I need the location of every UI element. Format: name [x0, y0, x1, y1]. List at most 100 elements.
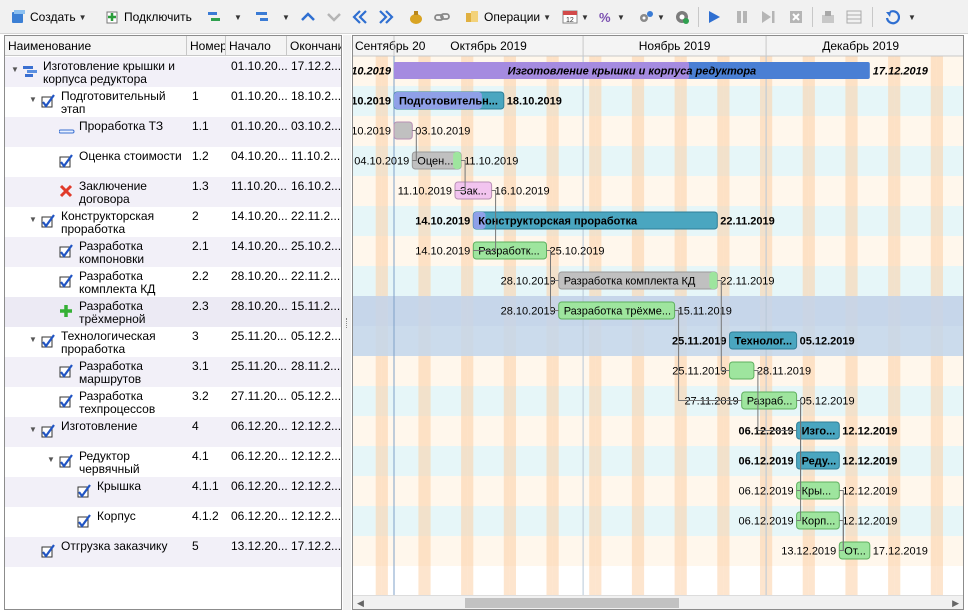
expand-toggle-icon[interactable]: ▼ [11, 65, 19, 74]
task-end: 05.12.2... [291, 330, 341, 343]
column-header-name[interactable]: Наименование [5, 36, 187, 56]
splitter[interactable] [343, 35, 351, 610]
check-icon[interactable] [59, 394, 73, 408]
task-bar[interactable] [393, 121, 413, 140]
column-header-start[interactable]: Начало [226, 36, 287, 56]
move-down-button[interactable] [326, 6, 342, 28]
task-name: Подготовительный этап [61, 90, 166, 116]
settings-button[interactable]: ▼ [638, 6, 665, 28]
table-row[interactable]: ▼ Технологическая проработка 3 25.11.20... 0… [5, 327, 341, 357]
check-icon[interactable] [41, 424, 55, 438]
layout-button[interactable] [846, 6, 862, 28]
task-start: 25.11.20... [231, 360, 287, 373]
table-row[interactable]: ▼ Изготовление крышки и корпуса редуктора… [5, 57, 341, 87]
task-name: Изготовление [61, 420, 138, 433]
column-header-end[interactable]: Окончание [287, 36, 341, 56]
operations-menu[interactable]: Операции ▼ [464, 6, 551, 28]
percent-button[interactable]: % ▼ [598, 6, 625, 28]
chevron-down-icon[interactable]: ▼ [282, 13, 290, 22]
play-button[interactable] [706, 6, 722, 28]
table-row[interactable]: Проработка ТЗ 1.1 01.10.20... 03.10.2... [5, 117, 341, 147]
skip-button[interactable] [760, 6, 776, 28]
percent-icon: % [598, 9, 614, 25]
expand-toggle-icon[interactable]: ▼ [29, 215, 37, 224]
pause-button[interactable] [734, 6, 750, 28]
calendar-button[interactable]: 12 ▼ [562, 6, 589, 28]
scroll-left-icon[interactable]: ◀ [357, 596, 364, 609]
bar-label: Разработка трёхме... [564, 306, 671, 318]
expand-toggle-icon[interactable]: ▼ [29, 95, 37, 104]
resources-button[interactable] [408, 6, 424, 28]
table-row[interactable]: Разработка маршрутов 3.1 25.11.20... 28.11.… [5, 357, 341, 387]
bar-label: Разработк... [478, 246, 539, 258]
bar-label: Изго... [802, 426, 836, 438]
connect-button[interactable]: Подключить [104, 6, 192, 28]
link-button[interactable] [434, 6, 450, 28]
task-end: 25.10.2... [291, 240, 341, 253]
end-date-label: 17.12.2019 [873, 66, 929, 78]
check-icon[interactable] [77, 484, 91, 498]
chevron-down-icon[interactable]: ▼ [79, 13, 87, 22]
check-icon[interactable] [59, 244, 73, 258]
expand-toggle-icon[interactable]: ▼ [47, 455, 55, 464]
check-icon[interactable] [59, 154, 73, 168]
check-icon[interactable] [41, 94, 55, 108]
horizontal-scrollbar[interactable]: ◀ ▶ [353, 595, 963, 609]
chevron-down-icon: ▼ [617, 12, 625, 22]
table-row[interactable]: Разработка трёхмерной модели и расчёт на… [5, 297, 341, 327]
outdent-button[interactable]: ▼ [254, 6, 290, 28]
check-icon[interactable] [41, 544, 55, 558]
task-name: Корпус [97, 510, 136, 523]
gantt-canvas: Сентябрь 20 Октябрь 2019 Ноябрь 2019 Декабр… [353, 36, 963, 595]
recalc-button[interactable] [674, 6, 690, 28]
table-row[interactable]: ▼ Подготовительный этап 1 01.10.20... 18.10.… [5, 87, 341, 117]
move-up-button[interactable] [300, 6, 316, 28]
task-bar-tail [709, 272, 718, 289]
export-button[interactable] [820, 6, 836, 28]
collapse-all-button[interactable] [352, 6, 368, 28]
chevron-down-icon: ▼ [908, 12, 916, 22]
table-row[interactable]: ▼ Редуктор червячный 4.1 06.12.20... 12.12.2… [5, 447, 341, 477]
end-date-label: 17.12.2019 [873, 546, 928, 558]
task-name: Разработка комплекта КД [79, 270, 156, 296]
start-date-label: 01.10.2019 [353, 126, 391, 138]
expand-toggle-icon[interactable]: ▼ [29, 335, 37, 344]
expand-all-button[interactable] [378, 6, 394, 28]
check-icon[interactable] [77, 514, 91, 528]
check-icon[interactable] [59, 454, 73, 468]
task-number: 1.1 [192, 120, 209, 133]
scroll-thumb[interactable] [465, 598, 679, 608]
check-icon[interactable] [41, 214, 55, 228]
svg-text:%: % [599, 10, 611, 25]
table-row[interactable]: Крышка 4.1.1 06.12.20... 12.12.2... [5, 477, 341, 507]
table-row[interactable]: Оценка стоимости 1.2 04.10.20... 11.10.2... [5, 147, 341, 177]
stop-button[interactable] [788, 6, 804, 28]
check-icon[interactable] [59, 274, 73, 288]
skip-icon [760, 9, 776, 25]
table-row[interactable]: Разработка компоновки 2.1 14.10.20... 25.10… [5, 237, 341, 267]
indent-button[interactable]: ▼ [206, 6, 242, 28]
expand-toggle-icon[interactable]: ▼ [29, 425, 37, 434]
task-bar[interactable] [729, 361, 755, 380]
undo-button[interactable]: ▼ [884, 6, 916, 28]
chart-row [353, 536, 963, 566]
table-row[interactable]: ▼ Изготовление 4 06.12.20... 12.12.2... [5, 417, 341, 447]
task-start: 06.12.20... [231, 480, 288, 493]
task-start: 11.10.20... [231, 180, 287, 193]
task-number: 2.1 [192, 240, 209, 253]
table-row[interactable]: Разработка комплекта КД 2.2 28.10.20... 22.… [5, 267, 341, 297]
table-row[interactable]: Заключение договора 1.3 11.10.20... 16.10.2… [5, 177, 341, 207]
check-icon[interactable] [41, 334, 55, 348]
task-end: 18.10.2... [291, 90, 341, 103]
check-icon[interactable] [59, 364, 73, 378]
table-row[interactable]: ▼ Конструкторская проработка 2 14.10.20... 2… [5, 207, 341, 237]
create-button[interactable]: Создать ▼ [10, 6, 87, 28]
calendar-icon: 12 [562, 9, 578, 25]
chevron-down-icon[interactable]: ▼ [234, 13, 242, 22]
table-row[interactable]: Разработка техпроцессов 3.2 27.11.20... 05.… [5, 387, 341, 417]
start-date-label: 11.10.2019 [398, 186, 452, 198]
column-header-number[interactable]: Номер [187, 36, 226, 56]
scroll-right-icon[interactable]: ▶ [952, 596, 959, 609]
table-row[interactable]: Корпус 4.1.2 06.12.20... 12.12.2... [5, 507, 341, 537]
table-row[interactable]: Отгрузка заказчику 5 13.12.20... 17.12.2... [5, 537, 341, 567]
